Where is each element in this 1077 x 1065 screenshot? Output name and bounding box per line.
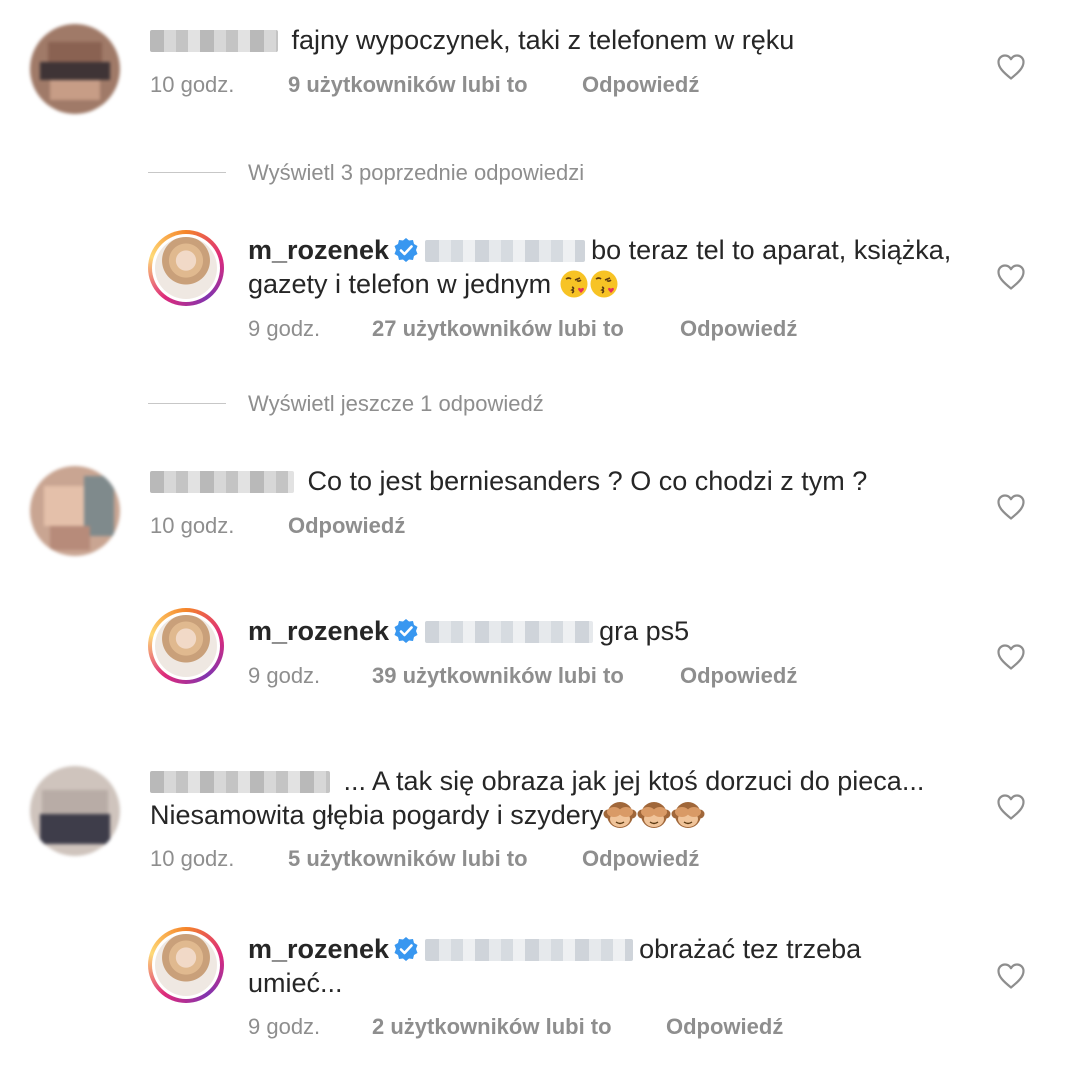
timestamp: 10 godz. xyxy=(150,72,235,97)
username[interactable]: m_rozenek xyxy=(248,616,389,646)
blurred-username[interactable] xyxy=(150,771,330,793)
avatar[interactable] xyxy=(30,24,120,114)
comment-body: Co to jest berniesanders ? O co chodzi z… xyxy=(307,466,868,496)
blurred-mention[interactable] xyxy=(425,240,586,262)
comment-body: ... A tak się obraza jak jej ktoś dorzuc… xyxy=(343,766,925,796)
reply-button[interactable]: Odpowiedź xyxy=(666,1014,783,1040)
username[interactable]: m_rozenek xyxy=(248,235,389,265)
monkey-emoji-icon xyxy=(637,800,671,830)
view-replies-label[interactable]: Wyświetl jeszcze 1 odpowiedź xyxy=(248,391,544,417)
comment-text: m_rozenek bo teraz tel to aparat, książka… xyxy=(248,233,951,267)
likes-count[interactable]: 27 użytkowników lubi to xyxy=(372,316,624,342)
monkey-emoji-icon xyxy=(671,800,705,830)
avatar-photo xyxy=(155,934,217,996)
comment-body: fajny wypoczynek, taki z telefonem w ręk… xyxy=(291,25,795,55)
comment-text-line2: Niesamowita głębia pogardy i szydery xyxy=(150,798,705,832)
heart-icon[interactable] xyxy=(997,794,1025,820)
timestamp: 9 godz. xyxy=(248,316,321,341)
blurred-username[interactable] xyxy=(150,471,294,493)
timestamp: 9 godz. xyxy=(248,663,321,688)
monkey-emoji-icon xyxy=(603,800,637,830)
timestamp: 9 godz. xyxy=(248,1014,321,1039)
heart-icon[interactable] xyxy=(997,54,1025,80)
avatar-inner xyxy=(152,234,220,302)
view-replies-label[interactable]: Wyświetl 3 poprzednie odpowiedzi xyxy=(248,160,584,186)
heart-icon[interactable] xyxy=(997,264,1025,290)
comment-text: ... A tak się obraza jak jej ktoś dorzuc… xyxy=(150,764,924,798)
comment-body: obrażać tez trzeba xyxy=(639,934,862,964)
likes-count[interactable]: 2 użytkowników lubi to xyxy=(372,1014,612,1040)
comment-text: m_rozenek obrażać tez trzeba xyxy=(248,932,861,966)
divider xyxy=(148,403,226,404)
avatar[interactable] xyxy=(30,466,120,556)
avatar[interactable] xyxy=(148,608,224,684)
comment-text-line2: gazety i telefon w jednym xyxy=(248,267,619,301)
timestamp: 10 godz. xyxy=(150,513,235,538)
reply-button[interactable]: Odpowiedź xyxy=(288,513,405,539)
comment-text: fajny wypoczynek, taki z telefonem w ręk… xyxy=(150,23,794,57)
verified-badge-icon xyxy=(393,936,419,962)
reply-button[interactable]: Odpowiedź xyxy=(582,72,699,98)
likes-count[interactable]: 39 użytkowników lubi to xyxy=(372,663,624,689)
heart-icon[interactable] xyxy=(997,644,1025,670)
comment-text: Co to jest berniesanders ? O co chodzi z… xyxy=(150,464,867,498)
likes-count[interactable]: 9 użytkowników lubi to xyxy=(288,72,528,98)
avatar-inner xyxy=(152,931,220,999)
comment-body: Niesamowita głębia pogardy i szydery xyxy=(150,800,604,830)
blurred-mention[interactable] xyxy=(425,939,634,961)
verified-badge-icon xyxy=(393,618,419,644)
verified-badge-icon xyxy=(393,237,419,263)
comment-text: m_rozenek gra ps5 xyxy=(248,614,689,648)
comment-body: bo teraz tel to aparat, książka, xyxy=(591,235,952,265)
comment-body: gra ps5 xyxy=(599,616,690,646)
reply-button[interactable]: Odpowiedź xyxy=(680,663,797,689)
avatar-photo xyxy=(155,237,217,299)
timestamp: 10 godz. xyxy=(150,846,235,871)
username[interactable]: m_rozenek xyxy=(248,934,389,964)
divider xyxy=(148,172,226,173)
blurred-username[interactable] xyxy=(150,30,278,52)
kiss-emoji-icon xyxy=(559,269,589,299)
blurred-mention[interactable] xyxy=(425,621,594,643)
avatar-inner xyxy=(152,612,220,680)
likes-count[interactable]: 5 użytkowników lubi to xyxy=(288,846,528,872)
kiss-emoji-icon xyxy=(589,269,619,299)
heart-icon[interactable] xyxy=(997,494,1025,520)
avatar[interactable] xyxy=(148,230,224,306)
avatar[interactable] xyxy=(30,766,120,856)
reply-button[interactable]: Odpowiedź xyxy=(680,316,797,342)
reply-button[interactable]: Odpowiedź xyxy=(582,846,699,872)
avatar-photo xyxy=(155,615,217,677)
comment-body: gazety i telefon w jednym xyxy=(248,269,552,299)
avatar[interactable] xyxy=(148,927,224,1003)
comment-text-line2: umieć... xyxy=(248,966,343,1000)
comment-body: umieć... xyxy=(248,968,343,998)
heart-icon[interactable] xyxy=(997,963,1025,989)
